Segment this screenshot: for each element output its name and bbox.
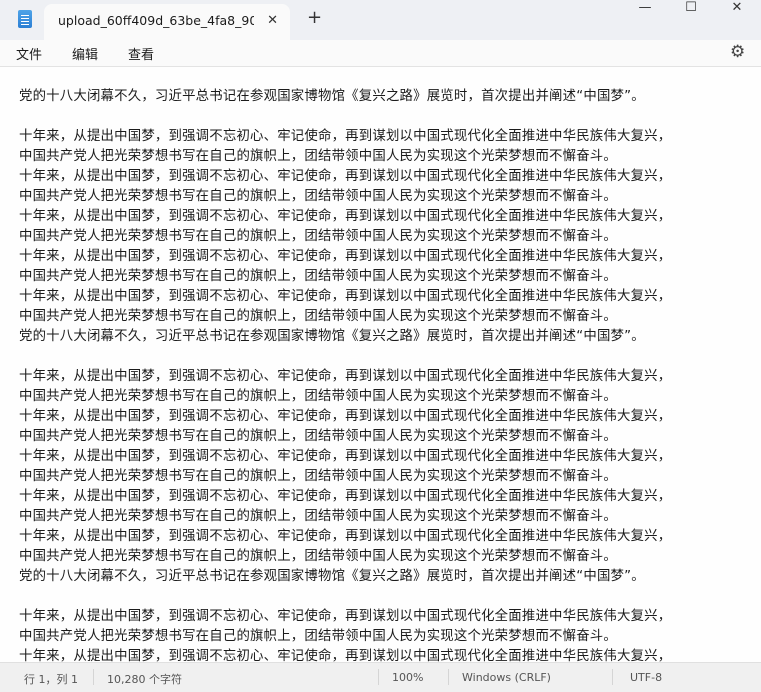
text-line: 十年来，从提出中国梦，到强调不忘初心、牢记使命，再到谋划以中国式现代化全面推进中… bbox=[19, 169, 672, 184]
new-tab-button[interactable]: + bbox=[307, 9, 322, 27]
encoding[interactable]: UTF-8 bbox=[630, 671, 662, 684]
text-line: 党的十八大闭幕不久，习近平总书记在参观国家博物馆《复兴之路》展览时，首次提出并阐… bbox=[19, 329, 645, 344]
text-line: 十年来，从提出中国梦，到强调不忘初心、牢记使命，再到谋划以中国式现代化全面推进中… bbox=[19, 609, 672, 624]
tab-title: upload_60ff409d_63be_4fa8_90ea_ bbox=[58, 13, 254, 28]
text-line: 十年来，从提出中国梦，到强调不忘初心、牢记使命，再到谋划以中国式现代化全面推进中… bbox=[19, 289, 672, 304]
line-ending[interactable]: Windows (CRLF) bbox=[462, 671, 551, 684]
status-divider bbox=[93, 669, 94, 685]
text-line: 中国共产党人把光荣梦想书写在自己的旗帜上，团结带领中国人民为实现这个光荣梦想而不… bbox=[19, 149, 617, 164]
menu-edit[interactable]: 编辑 bbox=[72, 44, 98, 63]
text-line: 中国共产党人把光荣梦想书写在自己的旗帜上，团结带领中国人民为实现这个光荣梦想而不… bbox=[19, 269, 617, 284]
menu-bar: 文件 编辑 查看 ⚙ bbox=[0, 40, 761, 66]
text-line bbox=[19, 347, 749, 367]
text-line: 中国共产党人把光荣梦想书写在自己的旗帜上，团结带领中国人民为实现这个光荣梦想而不… bbox=[19, 469, 617, 484]
document-tab[interactable]: upload_60ff409d_63be_4fa8_90ea_ ✕ bbox=[44, 4, 290, 40]
text-line: 中国共产党人把光荣梦想书写在自己的旗帜上，团结带领中国人民为实现这个光荣梦想而不… bbox=[19, 189, 617, 204]
text-line: 十年来，从提出中国梦，到强调不忘初心、牢记使命，再到谋划以中国式现代化全面推进中… bbox=[19, 489, 672, 504]
notepad-icon bbox=[18, 10, 32, 28]
close-tab-icon[interactable]: ✕ bbox=[267, 13, 278, 28]
text-line: 中国共产党人把光荣梦想书写在自己的旗帜上，团结带领中国人民为实现这个光荣梦想而不… bbox=[19, 629, 617, 644]
status-divider bbox=[612, 669, 613, 685]
text-line: 中国共产党人把光荣梦想书写在自己的旗帜上，团结带领中国人民为实现这个光荣梦想而不… bbox=[19, 509, 617, 524]
status-bar: 行 1，列 1 10,280 个字符 100% Windows (CRLF) U… bbox=[0, 662, 761, 692]
menu-view[interactable]: 查看 bbox=[128, 44, 154, 63]
text-line: 十年来，从提出中国梦，到强调不忘初心、牢记使命，再到谋划以中国式现代化全面推进中… bbox=[19, 369, 672, 384]
close-window-button[interactable]: ✕ bbox=[714, 0, 760, 20]
zoom-level[interactable]: 100% bbox=[392, 671, 423, 684]
text-line: 党的十八大闭幕不久，习近平总书记在参观国家博物馆《复兴之路》展览时，首次提出并阐… bbox=[19, 89, 645, 104]
text-line: 中国共产党人把光荣梦想书写在自己的旗帜上，团结带领中国人民为实现这个光荣梦想而不… bbox=[19, 389, 617, 404]
character-count: 10,280 个字符 bbox=[107, 673, 182, 686]
text-editor[interactable]: 党的十八大闭幕不久，习近平总书记在参观国家博物馆《复兴之路》展览时，首次提出并阐… bbox=[0, 66, 761, 662]
gear-icon[interactable]: ⚙ bbox=[730, 42, 745, 62]
text-line bbox=[19, 107, 749, 127]
text-line: 十年来，从提出中国梦，到强调不忘初心、牢记使命，再到谋划以中国式现代化全面推进中… bbox=[19, 409, 672, 424]
text-line: 十年来，从提出中国梦，到强调不忘初心、牢记使命，再到谋划以中国式现代化全面推进中… bbox=[19, 249, 672, 264]
text-line: 十年来，从提出中国梦，到强调不忘初心、牢记使命，再到谋划以中国式现代化全面推进中… bbox=[19, 449, 672, 464]
text-line: 十年来，从提出中国梦，到强调不忘初心、牢记使命，再到谋划以中国式现代化全面推进中… bbox=[19, 529, 672, 544]
text-line: 中国共产党人把光荣梦想书写在自己的旗帜上，团结带领中国人民为实现这个光荣梦想而不… bbox=[19, 229, 617, 244]
title-bar: upload_60ff409d_63be_4fa8_90ea_ ✕ + — ☐ … bbox=[0, 0, 761, 40]
text-line: 中国共产党人把光荣梦想书写在自己的旗帜上，团结带领中国人民为实现这个光荣梦想而不… bbox=[19, 309, 617, 324]
cursor-position: 行 1，列 1 bbox=[24, 673, 78, 686]
text-content: 党的十八大闭幕不久，习近平总书记在参观国家博物馆《复兴之路》展览时，首次提出并阐… bbox=[19, 87, 749, 662]
status-divider bbox=[378, 669, 379, 685]
text-line bbox=[19, 587, 749, 607]
minimize-button[interactable]: — bbox=[622, 0, 668, 20]
maximize-button[interactable]: ☐ bbox=[668, 0, 714, 20]
text-line: 党的十八大闭幕不久，习近平总书记在参观国家博物馆《复兴之路》展览时，首次提出并阐… bbox=[19, 569, 645, 584]
text-line: 中国共产党人把光荣梦想书写在自己的旗帜上，团结带领中国人民为实现这个光荣梦想而不… bbox=[19, 549, 617, 564]
text-line: 十年来，从提出中国梦，到强调不忘初心、牢记使命，再到谋划以中国式现代化全面推进中… bbox=[19, 649, 672, 662]
menu-file[interactable]: 文件 bbox=[16, 44, 42, 63]
status-divider bbox=[448, 669, 449, 685]
text-line: 十年来，从提出中国梦，到强调不忘初心、牢记使命，再到谋划以中国式现代化全面推进中… bbox=[19, 209, 672, 224]
text-line: 十年来，从提出中国梦，到强调不忘初心、牢记使命，再到谋划以中国式现代化全面推进中… bbox=[19, 129, 672, 144]
text-line: 中国共产党人把光荣梦想书写在自己的旗帜上，团结带领中国人民为实现这个光荣梦想而不… bbox=[19, 429, 617, 444]
